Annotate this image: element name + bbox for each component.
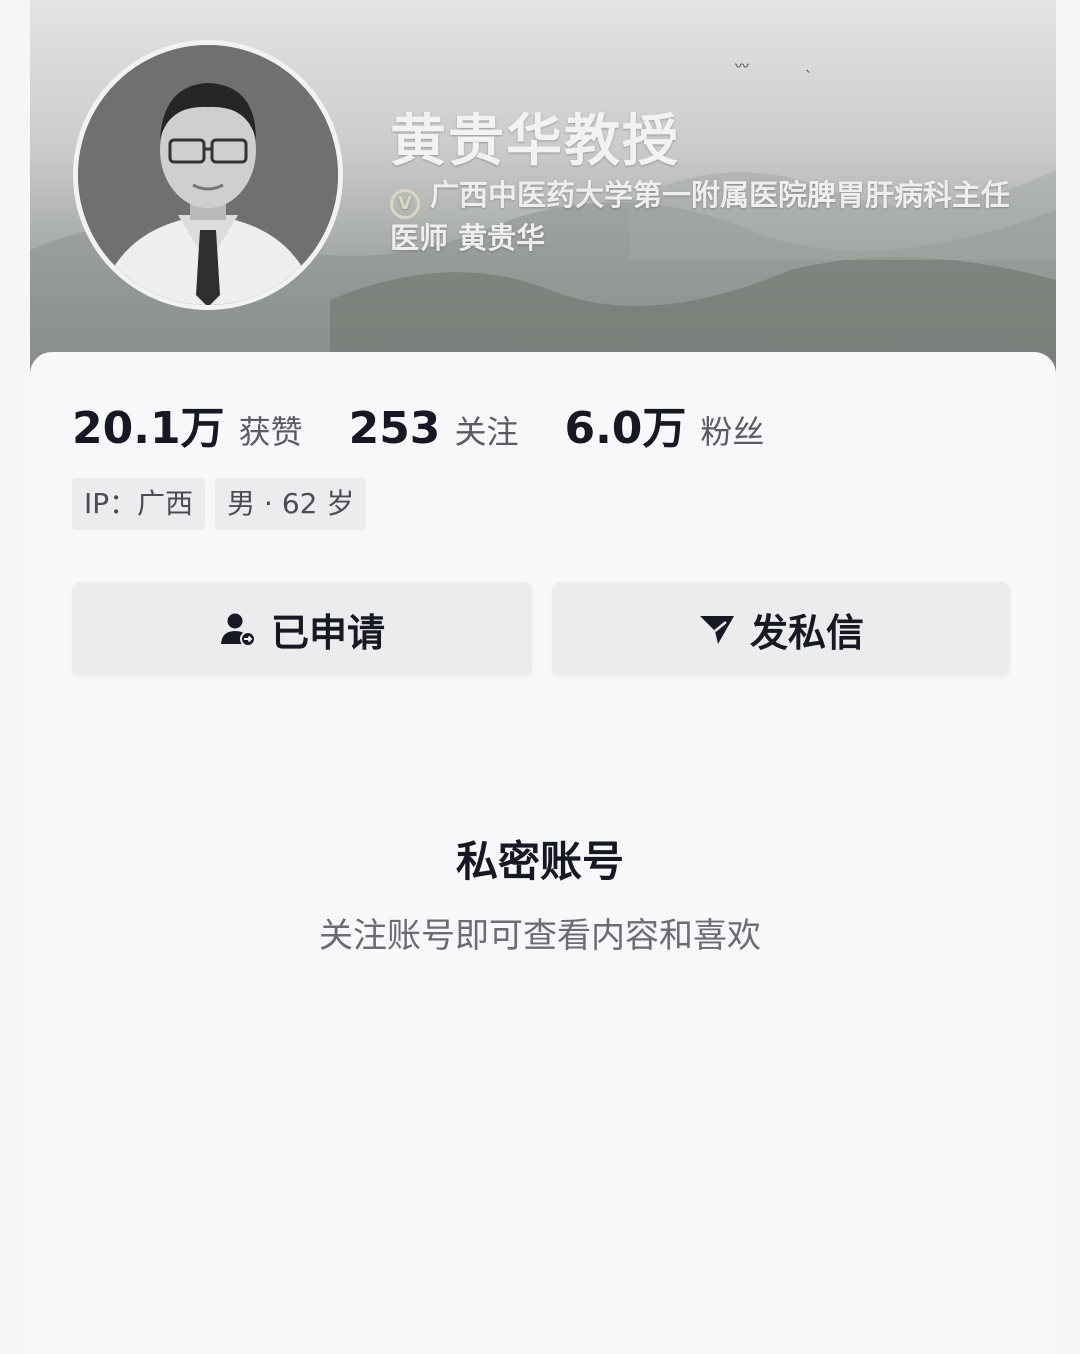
private-account-title: 私密账号 [455,837,624,886]
send-message-button[interactable]: 发私信 [552,582,1010,676]
left-frame [0,0,30,1354]
followers-count: 6.0万 [564,403,687,454]
likes-label: 获赞 [238,413,303,451]
following-label: 关注 [454,413,519,451]
bird-decoration: 〰 [735,59,749,75]
stat-following[interactable]: 253 关注 [349,403,519,454]
profile-stats: 20.1万 获赞 253 关注 6.0万 粉丝 [72,392,810,454]
avatar[interactable] [73,40,343,310]
ip-location-tag: IP：广西 [72,478,206,530]
profile-screen: 〰 ˎ 黄贵华教授 V 广西中医药大学第一附属医院脾胃肝病科主任医师 黄贵华 20… [0,0,1080,1354]
send-message-label: 发私信 [749,610,864,655]
right-frame [1056,0,1080,1354]
applied-button[interactable]: 已申请 [72,582,532,676]
user-pending-icon [219,610,257,648]
followers-label: 粉丝 [700,413,765,451]
applied-button-label: 已申请 [270,610,385,655]
bird-decoration: ˎ [805,57,812,73]
verification-info: V 广西中医药大学第一附属医院脾胃肝病科主任医师 黄贵华 [390,176,1030,257]
verification-text: 广西中医药大学第一附属医院脾胃肝病科主任医师 黄贵华 [390,178,1011,255]
profile-tags: IP：广西 男 · 62 岁 [72,478,376,530]
stat-followers[interactable]: 6.0万 粉丝 [564,392,764,456]
stat-likes[interactable]: 20.1万 获赞 [72,392,303,456]
private-account-description: 关注账号即可查看内容和喜欢 [319,916,761,956]
profile-name: 黄贵华教授 [390,109,680,174]
verified-badge-icon: V [390,189,420,219]
likes-count: 20.1万 [72,403,225,454]
send-message-icon [698,610,736,648]
following-count: 253 [348,403,441,454]
gender-age-tag: 男 · 62 岁 [215,478,367,530]
doctor-portrait-image [78,45,338,305]
